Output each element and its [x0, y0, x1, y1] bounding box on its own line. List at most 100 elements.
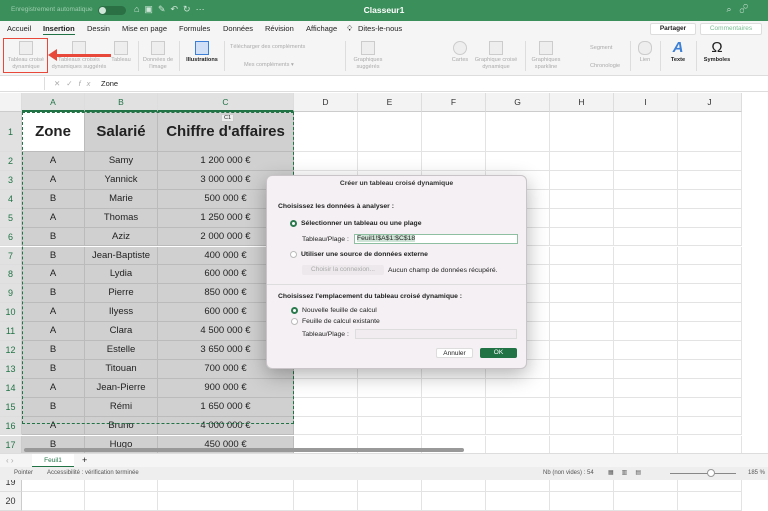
radio-existing-sheet[interactable]	[291, 318, 298, 325]
empty-cell[interactable]	[550, 284, 614, 304]
empty-cell[interactable]	[486, 152, 550, 171]
zoom-slider[interactable]	[670, 473, 736, 474]
empty-cell[interactable]	[550, 265, 614, 285]
empty-cell[interactable]	[614, 246, 678, 266]
range-input[interactable]: Feuil1!$A$1:$C$18	[354, 234, 518, 244]
select-range-label[interactable]: Sélectionner un tableau ou une plage	[301, 220, 421, 227]
empty-cell[interactable]	[486, 378, 550, 398]
empty-cell[interactable]	[550, 170, 614, 190]
row-header-16[interactable]: 16	[0, 416, 22, 436]
row-header-13[interactable]: 13	[0, 359, 22, 379]
empty-cell[interactable]	[422, 112, 486, 152]
empty-cell[interactable]	[486, 112, 550, 152]
accessibility-status[interactable]: Accessibilité : vérification terminée	[47, 470, 139, 476]
empty-cell[interactable]	[294, 112, 358, 152]
cell[interactable]: Clara	[85, 322, 158, 341]
sparklines-button[interactable]: Graphiques sparkline	[528, 41, 564, 70]
empty-cell[interactable]	[678, 492, 742, 511]
pivot-chart-button[interactable]: Graphique croisé dynamique	[472, 41, 520, 70]
tab-revision[interactable]: Révision	[265, 24, 294, 33]
cell[interactable]: 1 650 000 €	[158, 397, 294, 417]
empty-cell[interactable]	[550, 246, 614, 266]
empty-cell[interactable]	[294, 416, 358, 436]
text-button[interactable]: A Texte	[666, 39, 690, 64]
empty-cell[interactable]	[486, 492, 550, 511]
empty-cell[interactable]	[294, 492, 358, 511]
empty-cell[interactable]	[614, 416, 678, 436]
empty-cell[interactable]	[614, 208, 678, 228]
empty-cell[interactable]	[678, 227, 742, 247]
empty-cell[interactable]	[486, 397, 550, 417]
column-header-e[interactable]: E	[358, 93, 422, 112]
column-header-b[interactable]: B	[85, 93, 158, 112]
cell[interactable]: A	[22, 416, 85, 436]
row-header-20[interactable]: 20	[0, 492, 22, 511]
empty-cell[interactable]	[614, 378, 678, 398]
empty-cell[interactable]	[486, 416, 550, 436]
cell[interactable]: 900 000 €	[158, 378, 294, 398]
empty-cell[interactable]	[614, 322, 678, 341]
cell[interactable]: Pierre	[85, 284, 158, 304]
empty-cell[interactable]	[358, 112, 422, 152]
table-button[interactable]: Tableau	[108, 41, 134, 64]
row-header-8[interactable]: 8	[0, 265, 22, 285]
empty-cell[interactable]	[422, 416, 486, 436]
column-header-h[interactable]: H	[550, 93, 614, 112]
comments-button[interactable]: Commentaires	[700, 23, 762, 35]
existing-sheet-label[interactable]: Feuille de calcul existante	[302, 318, 380, 325]
horizontal-scrollbar[interactable]	[24, 448, 464, 452]
empty-cell[interactable]	[550, 152, 614, 171]
empty-cell[interactable]	[614, 112, 678, 152]
column-header-d[interactable]: D	[294, 93, 358, 112]
empty-cell[interactable]	[85, 492, 158, 511]
ok-button[interactable]: OK	[480, 348, 517, 358]
cell[interactable]: A	[22, 208, 85, 228]
empty-cell[interactable]	[614, 265, 678, 285]
empty-cell[interactable]	[678, 246, 742, 266]
cancel-button[interactable]: Annuler	[436, 348, 473, 358]
radio-select-range[interactable]	[290, 220, 297, 227]
cell[interactable]: A	[22, 265, 85, 285]
empty-cell[interactable]	[550, 208, 614, 228]
select-all-corner[interactable]	[0, 93, 22, 112]
choose-connection-button[interactable]: Choisir la connexion...	[302, 265, 384, 275]
location-range-input[interactable]	[355, 329, 517, 339]
row-header-2[interactable]: 2	[0, 152, 22, 171]
empty-cell[interactable]	[358, 378, 422, 398]
row-header-3[interactable]: 3	[0, 170, 22, 190]
cell[interactable]: Rémi	[85, 397, 158, 417]
timeline-button[interactable]: Chronologie	[590, 63, 620, 70]
empty-cell[interactable]	[550, 397, 614, 417]
row-header-9[interactable]: 9	[0, 284, 22, 304]
cell[interactable]: Jean-Baptiste	[85, 246, 158, 266]
radio-new-sheet[interactable]	[291, 307, 298, 314]
cell[interactable]: Yannick	[85, 170, 158, 190]
empty-cell[interactable]	[294, 378, 358, 398]
column-header-f[interactable]: F	[422, 93, 486, 112]
slicer-button[interactable]: Segment	[590, 45, 612, 52]
sheet-tab-feuil1[interactable]: Feuil1	[32, 454, 74, 467]
empty-cell[interactable]	[678, 397, 742, 417]
empty-cell[interactable]	[358, 152, 422, 171]
cell[interactable]: A	[22, 152, 85, 171]
empty-cell[interactable]	[678, 152, 742, 171]
cell[interactable]: Aziz	[85, 227, 158, 247]
cell[interactable]: B	[22, 397, 85, 417]
cell[interactable]: Titouan	[85, 359, 158, 379]
row-header-11[interactable]: 11	[0, 322, 22, 341]
empty-cell[interactable]	[486, 435, 550, 455]
empty-cell[interactable]	[678, 189, 742, 209]
cell[interactable]: Estelle	[85, 341, 158, 360]
empty-cell[interactable]	[550, 416, 614, 436]
cell[interactable]: Bruno	[85, 416, 158, 436]
tab-accueil[interactable]: Accueil	[7, 24, 31, 33]
empty-cell[interactable]	[358, 492, 422, 511]
empty-cell[interactable]	[422, 492, 486, 511]
tab-tell-me[interactable]: Dites-le-nous	[358, 24, 402, 33]
column-header-c[interactable]: C	[158, 93, 294, 112]
cell[interactable]: 1 200 000 €	[158, 152, 294, 171]
empty-cell[interactable]	[358, 416, 422, 436]
cell[interactable]: B	[22, 227, 85, 247]
cell[interactable]: B	[22, 246, 85, 266]
cell[interactable]: B	[22, 189, 85, 209]
